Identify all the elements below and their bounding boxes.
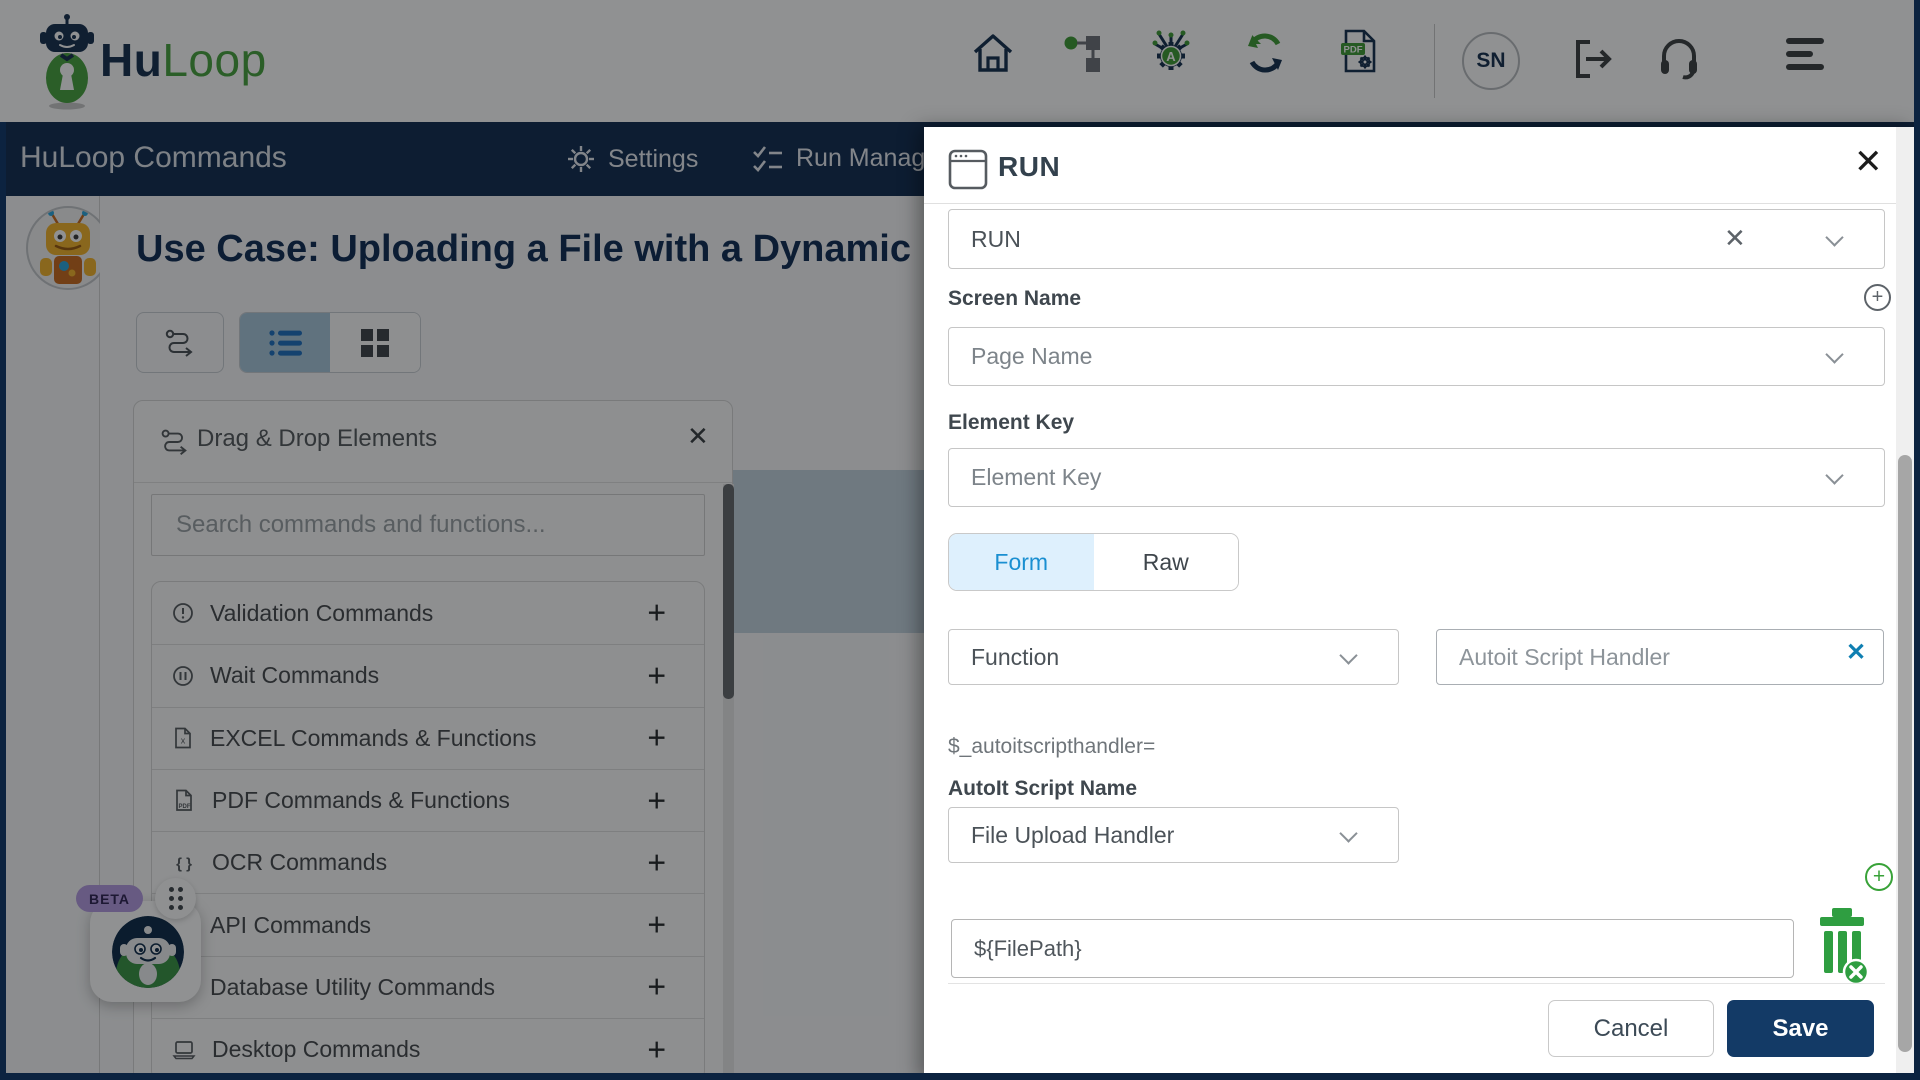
- screen-name-label: Screen Name: [948, 287, 1082, 310]
- script-name-select[interactable]: File Upload Handler: [948, 807, 1399, 863]
- element-key-placeholder: Element Key: [971, 464, 1102, 490]
- clear-icon[interactable]: ✕: [1724, 225, 1746, 251]
- screen-name-select[interactable]: Page Name: [948, 327, 1885, 386]
- screen-name-placeholder: Page Name: [971, 343, 1093, 369]
- add-screen-icon[interactable]: +: [1864, 284, 1891, 311]
- mode-tabs: Form Raw: [948, 533, 1239, 591]
- run-command-drawer: RUN ✕ ✕ Screen Name + Page Name Element …: [924, 127, 1914, 1080]
- add-parameter-icon[interactable]: +: [1865, 863, 1893, 891]
- window-frame-left: [0, 122, 6, 1080]
- drawer-title: RUN: [998, 151, 1061, 182]
- clear-handler-icon[interactable]: ✕: [1846, 641, 1866, 665]
- divider: [924, 203, 1897, 204]
- element-key-label: Element Key: [948, 411, 1075, 434]
- filepath-input[interactable]: [952, 935, 1712, 962]
- tab-raw[interactable]: Raw: [1093, 534, 1238, 590]
- script-name-value: File Upload Handler: [971, 821, 1175, 848]
- function-select[interactable]: Function: [948, 629, 1399, 685]
- handler-value: Autoit Script Handler: [1459, 643, 1670, 670]
- app-window: HuLoop A PDF SN HuLoop Commands Settings…: [0, 0, 1920, 1080]
- cancel-button[interactable]: Cancel: [1548, 1000, 1714, 1057]
- save-button[interactable]: Save: [1727, 1000, 1874, 1057]
- script-name-label: AutoIt Script Name: [948, 777, 1138, 800]
- window-icon: [948, 149, 988, 190]
- tab-form[interactable]: Form: [949, 534, 1094, 590]
- window-frame-bottom: [0, 1073, 1920, 1080]
- drawer-scrollbar-thumb[interactable]: [1898, 455, 1912, 1052]
- filepath-field[interactable]: [951, 919, 1794, 978]
- window-frame-right: [1914, 0, 1920, 1080]
- assignment-expression: $_autoitscripthandler=: [948, 735, 1156, 758]
- delete-parameter-icon[interactable]: [1814, 906, 1870, 988]
- element-key-select[interactable]: Element Key: [948, 448, 1885, 507]
- function-value: Function: [971, 643, 1060, 670]
- close-icon[interactable]: ✕: [1854, 145, 1883, 179]
- divider: [948, 983, 1885, 984]
- command-input[interactable]: [949, 225, 1649, 253]
- handler-input-field[interactable]: Autoit Script Handler: [1436, 629, 1884, 685]
